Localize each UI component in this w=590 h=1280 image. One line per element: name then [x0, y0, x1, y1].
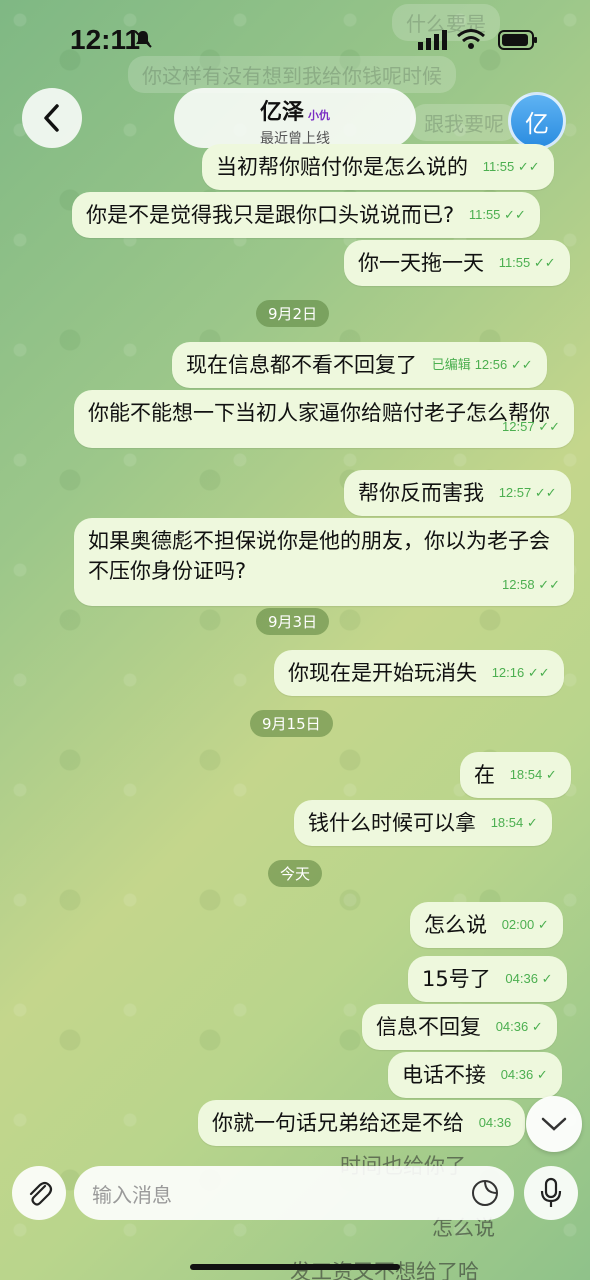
date-separator: 今天 — [268, 860, 323, 887]
check-icon: ✓ — [545, 767, 557, 782]
message-text: 当初帮你赔付你是怎么说的 — [216, 155, 468, 179]
message-text: 你能不能想一下当初人家逼你给赔付老子怎么帮你 — [88, 401, 550, 425]
message-text: 15号了 — [422, 967, 491, 991]
message-time: 12:16 — [491, 665, 525, 680]
composer: 输入消息 — [0, 1160, 590, 1280]
message-text: 你是不是觉得我只是跟你口头说说而已? — [86, 203, 455, 227]
message-text: 如果奥德彪不担保说你是他的朋友，你以为老子会不压你身份证吗? — [88, 529, 550, 583]
double-check-icon: ✓✓ — [527, 665, 550, 680]
message-text: 钱什么时候可以拿 — [308, 811, 476, 835]
sticker-icon[interactable] — [470, 1178, 500, 1208]
double-check-icon: ✓✓ — [533, 255, 556, 270]
double-check-icon: ✓✓ — [534, 485, 557, 500]
message-bubble[interactable]: 现在信息都不看不回复了 已编辑 12:56 ✓✓ — [172, 342, 547, 388]
check-icon: ✓ — [531, 1019, 543, 1034]
message-text: 你就一句话兄弟给还是不给 — [212, 1111, 464, 1135]
scroll-down-button[interactable] — [526, 1096, 582, 1152]
message-text: 现在信息都不看不回复了 — [186, 353, 417, 377]
contact-name: 亿泽 — [259, 100, 304, 125]
message-bubble[interactable]: 如果奥德彪不担保说你是他的朋友，你以为老子会不压你身份证吗? 12:58 ✓✓ — [74, 518, 574, 606]
status-bar: 12:11 — [0, 0, 590, 80]
message-time: 11:55 — [468, 207, 501, 222]
message-time: 04:36 — [478, 1115, 512, 1130]
paperclip-icon — [29, 1181, 53, 1206]
message-time: 04:36 — [500, 1067, 534, 1082]
check-icon: ✓ — [541, 971, 553, 986]
message-time: 12:56 — [474, 357, 508, 372]
message-time: 04:36 — [505, 971, 538, 986]
message-bubble[interactable]: 怎么说 02:00 ✓ — [410, 902, 563, 948]
message-time: 12:57 — [502, 419, 535, 434]
contact-tag: 小仇 — [308, 109, 330, 122]
date-separator: 9月2日 — [256, 300, 330, 327]
message-input-placeholder: 输入消息 — [92, 1183, 172, 1207]
message-time: 11:55 — [498, 255, 531, 270]
ghost-message: 跟我要呢 — [410, 104, 518, 141]
message-time: 02:00 — [501, 917, 535, 932]
message-bubble[interactable]: 你一天拖一天 11:55 ✓✓ — [344, 240, 570, 286]
chat-header[interactable]: 亿泽 小仇 最近曾上线 — [174, 88, 416, 148]
check-icon: ✓ — [536, 1067, 548, 1082]
message-bubble[interactable]: 信息不回复 04:36 ✓ — [362, 1004, 557, 1050]
date-separator: 9月15日 — [250, 710, 333, 737]
message-bubble[interactable]: 钱什么时候可以拿 18:54 ✓ — [294, 800, 552, 846]
message-time: 04:36 — [495, 1019, 529, 1034]
message-bubble[interactable]: 15号了 04:36 ✓ — [408, 956, 567, 1002]
message-text: 你一天拖一天 — [358, 251, 484, 275]
double-check-icon: ✓✓ — [517, 159, 540, 174]
chevron-left-icon — [44, 104, 59, 132]
edited-label: 已编辑 — [431, 357, 471, 372]
double-check-icon: ✓✓ — [538, 419, 560, 434]
message-bubble[interactable]: 在 18:54 ✓ — [460, 752, 571, 798]
microphone-button[interactable] — [524, 1166, 578, 1220]
message-text: 怎么说 — [424, 913, 487, 937]
avatar[interactable]: 亿 — [508, 92, 566, 150]
bell-muted-icon — [134, 30, 152, 48]
status-time: 12:11 — [70, 24, 141, 55]
message-text: 帮你反而害我 — [358, 481, 484, 505]
message-text: 信息不回复 — [376, 1015, 481, 1039]
message-time: 18:54 — [490, 815, 524, 830]
message-text: 你现在是开始玩消失 — [288, 661, 477, 685]
wifi-icon — [457, 29, 485, 49]
message-bubble[interactable]: 电话不接 04:36 ✓ — [388, 1052, 562, 1098]
battery-icon — [498, 30, 537, 50]
chevron-down-icon — [541, 1117, 567, 1131]
message-time: 12:58 — [502, 577, 535, 592]
double-check-icon: ✓✓ — [510, 357, 533, 372]
message-time: 12:57 — [498, 485, 532, 500]
attach-button[interactable] — [12, 1166, 66, 1220]
message-bubble[interactable]: 你能不能想一下当初人家逼你给赔付老子怎么帮你 12:57 ✓✓ — [74, 390, 574, 448]
message-input[interactable]: 输入消息 — [74, 1166, 514, 1220]
check-icon: ✓ — [526, 815, 538, 830]
message-bubble[interactable]: 你是不是觉得我只是跟你口头说说而已? 11:55 ✓✓ — [72, 192, 540, 238]
message-bubble[interactable]: 帮你反而害我 12:57 ✓✓ — [344, 470, 571, 516]
message-bubble[interactable]: 你现在是开始玩消失 12:16 ✓✓ — [274, 650, 564, 696]
double-check-icon: ✓✓ — [504, 207, 526, 222]
home-indicator — [190, 1264, 400, 1270]
back-button[interactable] — [22, 88, 82, 148]
double-check-icon: ✓✓ — [538, 577, 560, 592]
message-bubble[interactable]: 当初帮你赔付你是怎么说的 11:55 ✓✓ — [202, 144, 554, 190]
message-text: 在 — [474, 763, 495, 787]
microphone-icon — [540, 1177, 562, 1207]
message-time: 18:54 — [509, 767, 543, 782]
message-time: 11:55 — [482, 159, 515, 174]
message-bubble[interactable]: 你就一句话兄弟给还是不给 04:36 — [198, 1100, 526, 1146]
message-text: 电话不接 — [402, 1063, 486, 1087]
signal-icon — [418, 30, 447, 50]
check-icon: ✓ — [537, 917, 549, 932]
date-separator: 9月3日 — [256, 608, 330, 635]
